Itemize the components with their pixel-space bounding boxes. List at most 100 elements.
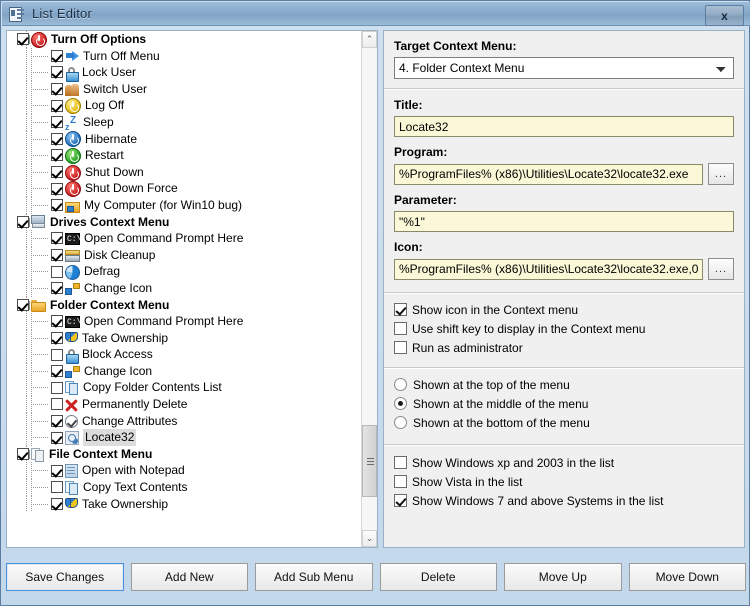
tree-item[interactable]: Sleep bbox=[7, 113, 362, 136]
tree-item-checkbox[interactable] bbox=[51, 331, 63, 344]
display-option-checkbox[interactable] bbox=[394, 303, 407, 316]
scroll-down-button[interactable]: ⌄ bbox=[362, 530, 377, 547]
display-option-row[interactable]: Use shift key to display in the Context … bbox=[394, 319, 734, 338]
tree-item-checkbox[interactable] bbox=[51, 464, 63, 477]
tree-item[interactable]: Take Ownership bbox=[7, 495, 362, 513]
tree-item[interactable]: Disk Cleanup bbox=[7, 246, 362, 264]
tree-item-checkbox[interactable] bbox=[51, 497, 63, 510]
tree-item-checkbox[interactable] bbox=[51, 249, 63, 262]
system-filter-row[interactable]: Show Windows 7 and above Systems in the … bbox=[394, 491, 734, 510]
menu-position-radio[interactable] bbox=[394, 378, 407, 391]
tree-item-checkbox[interactable] bbox=[51, 166, 63, 179]
target-context-menu-select[interactable]: 4. Folder Context Menu bbox=[394, 57, 734, 79]
scrollbar-thumb[interactable] bbox=[362, 425, 377, 497]
tree-item-checkbox[interactable] bbox=[51, 49, 63, 62]
menu-position-row[interactable]: Shown at the middle of the menu bbox=[394, 394, 734, 413]
tree-item-checkbox[interactable] bbox=[17, 448, 29, 461]
tree-item[interactable]: Copy Folder Contents List bbox=[7, 379, 362, 397]
tree-item-checkbox[interactable] bbox=[51, 381, 63, 394]
tree-item[interactable]: Switch User bbox=[7, 80, 362, 98]
tree-item-checkbox[interactable] bbox=[51, 66, 63, 79]
tree-item[interactable]: Folder Context Menu bbox=[7, 296, 362, 314]
tree-item[interactable]: Change Icon bbox=[7, 279, 362, 297]
tree-item-checkbox[interactable] bbox=[51, 182, 63, 195]
system-filter-checkbox[interactable] bbox=[394, 475, 407, 488]
tree-item[interactable]: Locate32 bbox=[7, 429, 362, 446]
program-input[interactable] bbox=[394, 163, 703, 185]
tree-item[interactable]: Change Icon bbox=[7, 362, 362, 380]
tree-guide-line bbox=[26, 97, 27, 114]
system-filter-checkbox[interactable] bbox=[394, 494, 407, 507]
move-up-button[interactable]: Move Up bbox=[504, 563, 622, 591]
tree-item[interactable]: Permanently Delete bbox=[7, 396, 362, 413]
tree-item-checkbox[interactable] bbox=[51, 481, 63, 494]
tree-item[interactable]: Turn Off Menu bbox=[7, 47, 362, 65]
tree-item-checkbox[interactable] bbox=[51, 149, 63, 162]
tree-item-checkbox[interactable] bbox=[51, 431, 63, 444]
tree-item-checkbox[interactable] bbox=[51, 365, 63, 378]
title-input[interactable] bbox=[394, 116, 734, 137]
menu-position-row[interactable]: Shown at the top of the menu bbox=[394, 375, 734, 394]
close-button[interactable]: x bbox=[705, 5, 744, 26]
tree-item[interactable]: Open Command Prompt Here bbox=[7, 230, 362, 249]
tree-item[interactable]: Take Ownership bbox=[7, 329, 362, 347]
save-changes-button[interactable]: Save Changes bbox=[6, 563, 124, 591]
tree-item[interactable]: Drives Context Menu bbox=[7, 213, 362, 231]
tree-item[interactable]: Open Command Prompt Here bbox=[7, 313, 362, 332]
tree-item-checkbox[interactable] bbox=[51, 265, 63, 278]
tree-scrollbar[interactable]: ⌃ ⌄ bbox=[361, 31, 377, 547]
tree-item[interactable]: Defrag bbox=[7, 263, 362, 281]
tree-item-checkbox[interactable] bbox=[51, 315, 63, 328]
tree-item-checkbox[interactable] bbox=[51, 398, 63, 411]
system-filter-checkbox[interactable] bbox=[394, 456, 407, 469]
tree-item[interactable]: My Computer (for Win10 bug) bbox=[7, 196, 362, 214]
scroll-up-button[interactable]: ⌃ bbox=[362, 31, 377, 48]
tree-item[interactable]: Change Attributes bbox=[7, 412, 362, 430]
tree-item-checkbox[interactable] bbox=[51, 199, 63, 212]
parameter-section: Parameter: bbox=[384, 185, 744, 232]
add-sub-menu-button[interactable]: Add Sub Menu bbox=[255, 563, 373, 591]
display-option-checkbox[interactable] bbox=[394, 341, 407, 354]
system-filter-row[interactable]: Show Windows xp and 2003 in the list bbox=[394, 453, 734, 472]
tree-item[interactable]: Restart bbox=[7, 147, 362, 164]
display-option-label: Use shift key to display in the Context … bbox=[412, 321, 646, 336]
tree-item-checkbox[interactable] bbox=[51, 99, 63, 112]
tree-item[interactable]: Shut Down bbox=[7, 163, 362, 181]
tree-item-checkbox[interactable] bbox=[51, 282, 63, 295]
tree-item-checkbox[interactable] bbox=[17, 298, 29, 311]
tree-item-checkbox[interactable] bbox=[51, 83, 63, 96]
tree-item-checkbox[interactable] bbox=[51, 132, 63, 145]
menu-position-radio[interactable] bbox=[394, 416, 407, 429]
context-menu-tree[interactable]: Turn Off Options Turn Off Menu Lock User Sw… bbox=[7, 31, 362, 547]
tree-item-checkbox[interactable] bbox=[17, 33, 29, 46]
add-new-button[interactable]: Add New bbox=[130, 563, 248, 591]
tree-item[interactable]: Hibernate bbox=[7, 130, 362, 148]
delete-button[interactable]: Delete bbox=[379, 563, 497, 591]
tree-item[interactable]: Log Off bbox=[7, 97, 362, 115]
tree-item-checkbox[interactable] bbox=[51, 348, 63, 361]
tree-item[interactable]: Lock User bbox=[7, 64, 362, 82]
tree-item[interactable]: Block Access bbox=[7, 346, 362, 365]
disk-cleanup-icon bbox=[65, 250, 80, 263]
menu-position-radio[interactable] bbox=[394, 397, 407, 410]
tree-item[interactable]: Shut Down Force bbox=[7, 180, 362, 198]
display-option-checkbox[interactable] bbox=[394, 322, 407, 335]
tree-item-checkbox[interactable] bbox=[51, 232, 63, 245]
menu-position-row[interactable]: Shown at the bottom of the menu bbox=[394, 413, 734, 432]
tree-item-checkbox[interactable] bbox=[17, 215, 29, 228]
tree-item-checkbox[interactable] bbox=[51, 414, 63, 427]
system-filter-row[interactable]: Show Vista in the list bbox=[394, 472, 734, 491]
move-down-button[interactable]: Move Down bbox=[628, 563, 746, 591]
tree-item[interactable]: File Context Menu bbox=[7, 445, 362, 463]
tree-item-checkbox[interactable] bbox=[51, 116, 63, 129]
icon-path-input[interactable] bbox=[394, 258, 703, 280]
tree-item[interactable]: Open with Notepad bbox=[7, 462, 362, 480]
display-option-row[interactable]: Show icon in the Context menu bbox=[394, 300, 734, 319]
tree-item[interactable]: Copy Text Contents bbox=[7, 479, 362, 496]
menu-position-label: Shown at the middle of the menu bbox=[413, 396, 589, 411]
icon-browse-button[interactable]: ... bbox=[708, 258, 734, 280]
parameter-input[interactable] bbox=[394, 211, 734, 232]
program-browse-button[interactable]: ... bbox=[708, 163, 734, 185]
tree-item[interactable]: Turn Off Options bbox=[7, 31, 362, 48]
display-option-row[interactable]: Run as administrator bbox=[394, 338, 734, 357]
